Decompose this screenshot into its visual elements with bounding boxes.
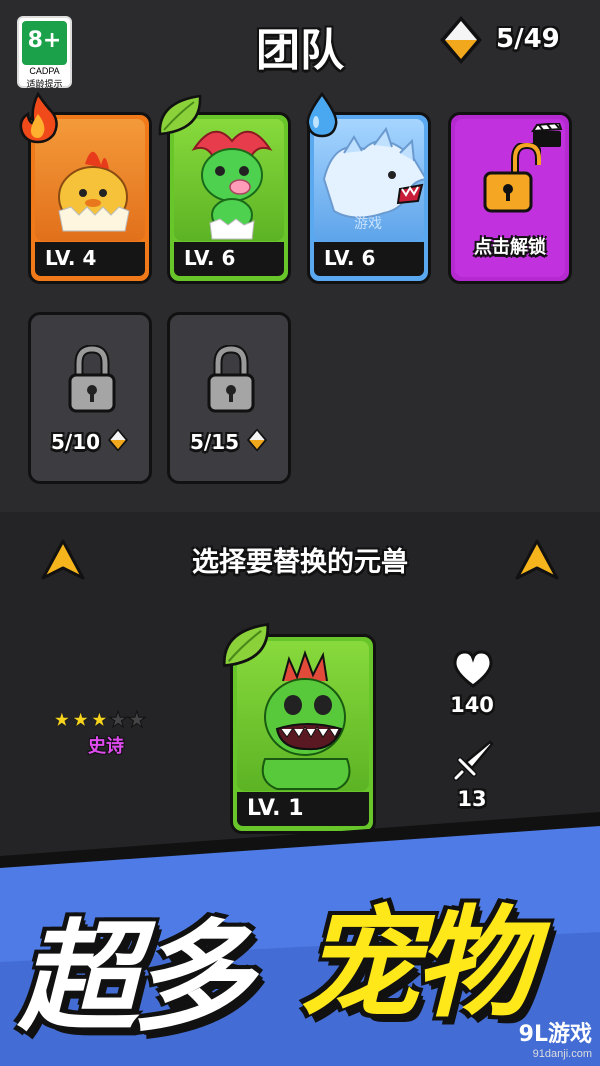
hp-value: 140 [450, 693, 494, 717]
watermark-sub: 91danji.com [532, 1048, 592, 1060]
fire-icon [19, 92, 58, 144]
rarity-stars: ★★★★★ [52, 708, 148, 734]
leaf-icon [222, 622, 270, 668]
gem-count: 5/49 [496, 24, 560, 54]
site-watermark: 9L游戏 91danji.com [488, 1016, 600, 1066]
star-icon: ★ [89, 708, 110, 734]
select-title: 选择要替换的元兽 [192, 547, 408, 578]
attack-value: 13 [457, 787, 487, 811]
padlock-icon [207, 345, 255, 413]
padlock-icon [68, 345, 116, 413]
promo-text-yellow: 宠物 [300, 895, 534, 1034]
leaf-icon [158, 94, 202, 136]
star-icon: ★ [70, 708, 91, 734]
unlock-slot-button[interactable]: 点击解锁 [448, 112, 572, 284]
rarity-label: 史诗 [88, 736, 124, 757]
age-rating-note: 适龄提示 [26, 80, 63, 90]
star-icon: ★ [108, 708, 129, 734]
water-drop-icon [306, 92, 338, 138]
gem-icon [107, 428, 129, 452]
unlock-requirement: 5/10 [31, 427, 149, 454]
gem-icon [440, 16, 482, 64]
locked-slot-1[interactable]: 5/10 [28, 312, 152, 484]
unlocked-padlock-icon [483, 143, 541, 213]
card-level: LV. 4 [45, 246, 97, 270]
star-icon: ★ [126, 708, 147, 734]
star-icon: ★ [52, 708, 73, 734]
sword-icon [453, 740, 494, 781]
promo-text-white: 超多 [18, 909, 252, 1048]
heart-icon [453, 650, 493, 688]
card-level: LV. 6 [324, 246, 376, 270]
card-watermark: 游戏 [354, 216, 382, 232]
gem-icon [246, 428, 268, 452]
unlock-label: 点击解锁 [474, 237, 546, 258]
locked-slot-2[interactable]: 5/15 [167, 312, 291, 484]
gem-counter: 5/49 [438, 14, 588, 66]
card-level: LV. 6 [184, 246, 236, 270]
unlock-requirement: 5/15 [170, 427, 288, 454]
watermark-main: 9L游戏 [518, 1022, 592, 1047]
